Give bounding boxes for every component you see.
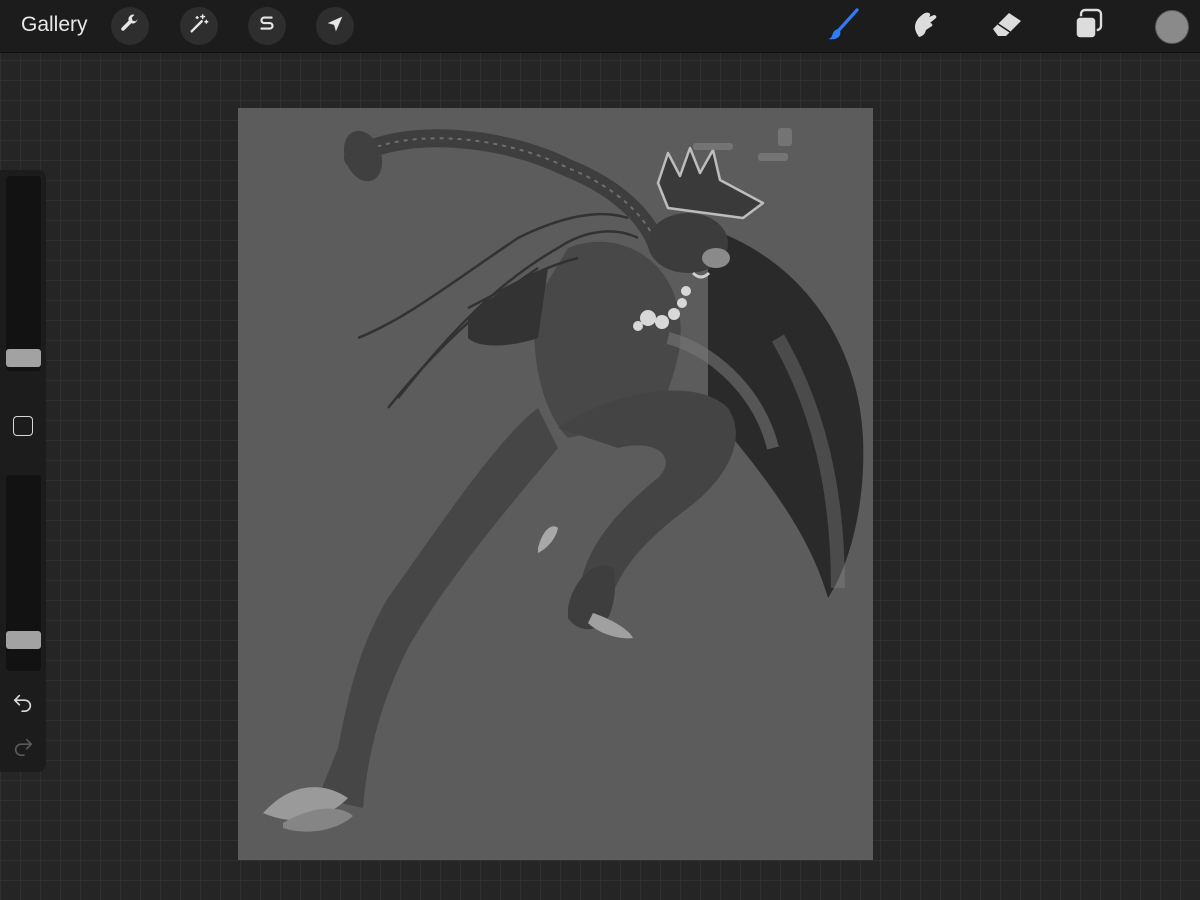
brush-size-slider-thumb[interactable] (6, 349, 41, 367)
brush-button[interactable] (826, 7, 862, 46)
opacity-slider[interactable] (6, 475, 41, 671)
top-toolbar: Gallery (0, 0, 1200, 53)
layers-icon (1071, 7, 1107, 46)
undo-button[interactable] (11, 692, 35, 716)
actions-button[interactable] (111, 7, 149, 45)
left-sidebar (0, 170, 46, 772)
adjustments-button[interactable] (180, 7, 218, 45)
gallery-button[interactable]: Gallery (21, 13, 88, 37)
selection-s-icon (256, 13, 278, 40)
brush-size-slider[interactable] (6, 176, 41, 371)
eraser-button[interactable] (989, 9, 1025, 43)
redo-arrow-icon (12, 735, 34, 762)
magic-wand-icon (188, 13, 210, 40)
brush-icon (826, 7, 862, 46)
wrench-icon (119, 13, 141, 40)
undo-arrow-icon (12, 691, 34, 718)
opacity-slider-thumb[interactable] (6, 631, 41, 649)
redo-button[interactable] (11, 736, 35, 760)
arrow-cursor-icon (324, 13, 346, 40)
modify-button[interactable] (13, 416, 33, 436)
transform-button[interactable] (316, 7, 354, 45)
drawing-canvas[interactable] (238, 108, 873, 860)
eraser-icon (989, 7, 1025, 46)
color-picker-button[interactable] (1155, 10, 1189, 44)
smudge-icon (907, 7, 943, 46)
smudge-button[interactable] (907, 9, 943, 43)
artwork-illustration (263, 128, 864, 832)
layers-button[interactable] (1071, 7, 1107, 46)
selection-button[interactable] (248, 7, 286, 45)
